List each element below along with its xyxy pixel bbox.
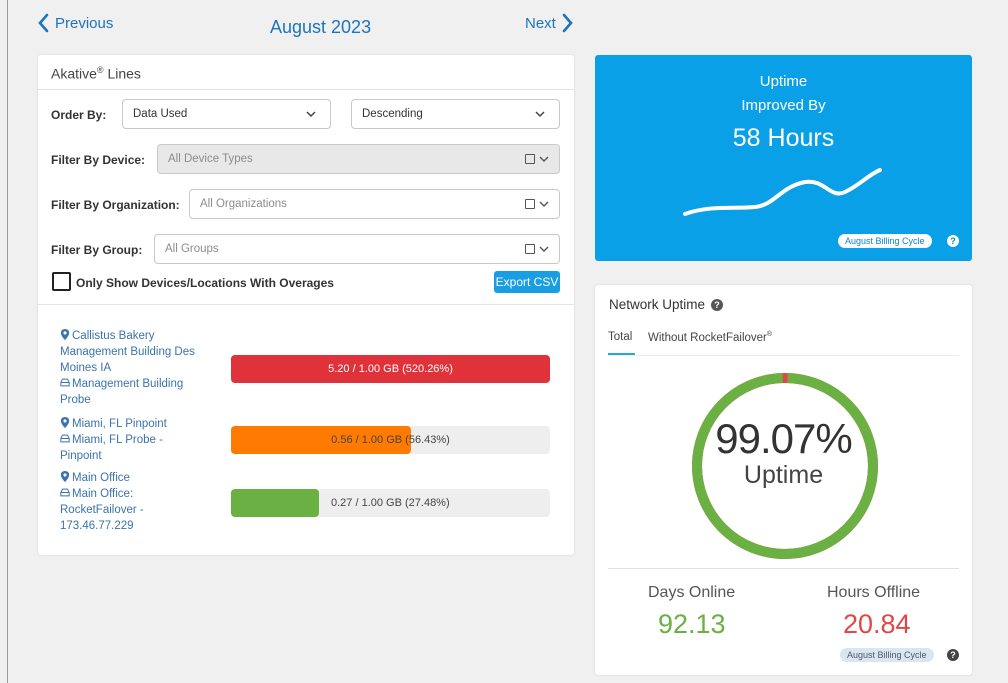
usage-text: 0.56 / 1.00 GB (56.43%) [331, 434, 450, 446]
export-csv-button[interactable]: Export CSV [494, 271, 560, 293]
active-tab-indicator [608, 353, 635, 355]
filter-org-select[interactable]: All Organizations [189, 189, 560, 219]
filter-group-label: Filter By Group: [51, 243, 143, 257]
filter-group-select[interactable]: All Groups [154, 234, 560, 264]
chevron-left-icon [38, 13, 49, 33]
uptime-percent: 99.07% [715, 415, 852, 462]
network-uptime-title: Network Uptime ? [609, 297, 724, 312]
overages-checkbox[interactable] [52, 272, 71, 291]
stats-divider [608, 568, 959, 569]
order-by-label: Order By: [51, 108, 107, 122]
improved-line-1: Uptime [759, 73, 808, 90]
improved-line-2: Improved By [741, 97, 826, 114]
location-link[interactable]: Callistus Bakery [60, 328, 210, 344]
help-icon[interactable]: ? [711, 298, 724, 311]
map-pin-icon [60, 417, 70, 428]
filter-org-label: Filter By Organization: [51, 198, 180, 212]
days-online-label: Days Online [648, 584, 736, 601]
chevron-down-icon [539, 246, 549, 252]
order-direction-select[interactable]: Descending [351, 99, 560, 129]
next-month-link[interactable]: Next [525, 13, 574, 33]
next-label: Next [525, 14, 556, 32]
lines-card-title: Akative® Lines [38, 55, 574, 90]
usage-text: 0.27 / 1.00 GB (27.48%) [331, 497, 450, 509]
improved-hours: 58 Hours [732, 124, 835, 152]
chevron-down-icon [535, 111, 545, 118]
usage-bar: 0.27 / 1.00 GB (27.48%) [231, 489, 550, 517]
days-online-value: 92.13 [658, 609, 726, 639]
multiselect-box-icon [525, 244, 535, 254]
router-icon [60, 434, 70, 443]
previous-label: Previous [55, 14, 114, 32]
multiselect-box-icon [525, 199, 535, 209]
location-link[interactable]: Main Office [60, 470, 210, 486]
uptime-label: Uptime [743, 461, 824, 489]
chevron-down-icon [539, 201, 549, 207]
filter-device-select: All Device Types [157, 144, 560, 174]
tab-total[interactable]: Total [608, 331, 632, 343]
help-icon[interactable]: ? [947, 235, 959, 247]
map-pin-icon [60, 329, 70, 340]
network-uptime-card: Network Uptime ? Total Without RocketFai… [595, 285, 972, 675]
divider [38, 304, 574, 305]
map-pin-icon [60, 471, 70, 482]
usage-text: 5.20 / 1.00 GB (520.26%) [328, 363, 453, 375]
router-icon [60, 378, 70, 387]
location-link[interactable]: Miami, FL Pinpoint [60, 416, 210, 432]
help-icon[interactable]: ? [947, 649, 959, 661]
device-link[interactable]: Miami, FL Probe - [60, 432, 210, 448]
order-by-select[interactable]: Data Used [122, 99, 331, 129]
chevron-right-icon [562, 13, 573, 33]
multiselect-box-icon [525, 154, 535, 164]
lines-card: Akative® Lines Order By: Data Used Desce… [38, 55, 574, 555]
usage-bar: 0.56 / 1.00 GB (56.43%) [231, 426, 550, 454]
device-link[interactable]: Management Building [60, 376, 210, 392]
previous-month-link[interactable]: Previous [37, 13, 113, 33]
device-link[interactable]: Main Office: [60, 486, 210, 502]
chevron-down-icon [539, 156, 549, 162]
chevron-down-icon [306, 111, 316, 118]
billing-cycle-badge: August Billing Cycle [838, 234, 932, 248]
usage-bar: 5.20 / 1.00 GB (520.26%) [231, 355, 550, 383]
router-icon [60, 488, 70, 497]
device-entry: Callistus Bakery Management Building Des… [60, 328, 210, 408]
tab-without-rocketfailover[interactable]: Without RocketFailover® [648, 331, 772, 344]
month-title: August 2023 [270, 17, 372, 37]
device-entry: Miami, FL Pinpoint Miami, FL Probe - Pin… [60, 416, 210, 464]
hours-offline-label: Hours Offline [827, 584, 921, 601]
billing-cycle-badge: August Billing Cycle [840, 648, 934, 662]
trend-line-icon [683, 168, 882, 216]
filter-device-label: Filter By Device: [51, 153, 146, 167]
overages-label: Only Show Devices/Locations With Overage… [76, 276, 334, 290]
hours-offline-value: 20.84 [843, 609, 911, 639]
device-entry: Main Office Main Office: RocketFailover … [60, 470, 210, 534]
tab-divider [608, 355, 959, 356]
uptime-improved-card: Uptime Improved By 58 Hours August Billi… [595, 55, 972, 261]
